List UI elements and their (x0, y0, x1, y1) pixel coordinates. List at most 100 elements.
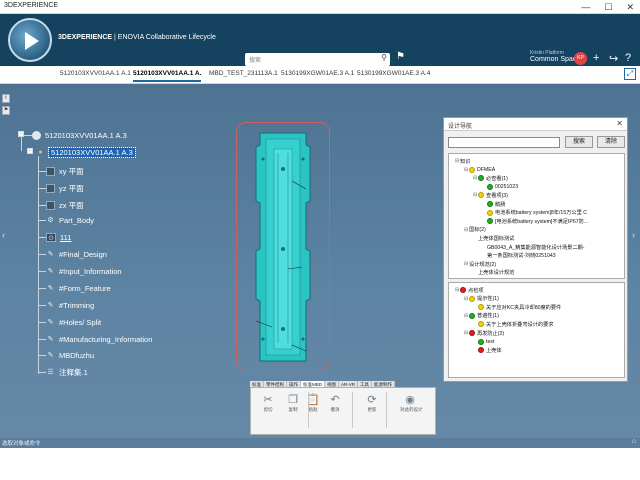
status-dot-icon (469, 295, 475, 302)
tree-root[interactable]: 5120103XVV01AA.1 A.3 (32, 129, 127, 141)
status-dot-icon (478, 321, 484, 328)
undo-button[interactable]: ↶ 撤消 (325, 393, 345, 423)
geoset-icon: ✎ (47, 318, 54, 326)
top_tree-row[interactable]: GB0043_A_精集能源智能化设计场景二期- (482, 243, 584, 251)
bottom_tree-row[interactable]: 关于应对KC夹具冷却80度的要件 (473, 303, 561, 311)
expand-icon[interactable]: ⤢ (624, 68, 636, 80)
status-text: 选取对象或命令 (2, 441, 41, 447)
tab-doc-2[interactable]: 5120103XVV01AA.1 A. (133, 70, 202, 82)
tool-icon-2[interactable]: ⚑ (2, 106, 10, 115)
tree-toggle-icon[interactable]: ⊟ (464, 167, 468, 173)
bottom_tree-row[interactable]: ⊟ 再发防止(2) (464, 329, 504, 337)
design-nav-button[interactable]: ◉ 对此的设计 (400, 393, 423, 423)
tree-toggle-icon[interactable]: ⊟ (464, 227, 468, 233)
copy-button[interactable]: ❐ 复制 (283, 393, 303, 423)
tree-item-form-feature[interactable]: ✎ #Form_Feature (46, 282, 111, 294)
tree-item-trimming[interactable]: ✎ #Trimming (46, 299, 95, 311)
product-icon (32, 130, 41, 140)
top_tree-row[interactable]: ⊟ 必查看(1) (473, 174, 508, 182)
tree-item-zx-plane[interactable]: zx 平面 (46, 199, 84, 211)
paste-button[interactable]: 📋 粘贴 (303, 393, 323, 423)
undo-icon: ↶ (330, 394, 340, 406)
dialog-close-icon[interactable]: ✕ (616, 119, 623, 128)
geoset-icon: ✎ (47, 335, 54, 343)
tree-toggle-icon[interactable]: ⊟ (464, 313, 468, 319)
top_tree-row[interactable]: ⊟ 查看项(3) (473, 191, 508, 199)
tree-item-annotation-set[interactable]: ☰ 注释集.1 (46, 366, 87, 378)
dialog-clear-button[interactable]: 清除 (597, 136, 625, 148)
bottom_tree-row[interactable]: ⊟ 提示性(1) (464, 295, 499, 303)
top_tree-label: 鹅肠 (495, 201, 506, 208)
top_tree-row[interactable]: 上壳体国标测试 (473, 234, 514, 242)
tool-icon-1[interactable]: t (2, 94, 10, 103)
tab-doc-1[interactable]: 5120103XVV01AA.1 A.1 (60, 70, 131, 77)
tree-item-holes-split[interactable]: ✎ #Holes/ Split (46, 316, 102, 328)
update-button[interactable]: ⟳ 更新 (362, 393, 382, 423)
tab-doc-4[interactable]: 5130199XGW01AE.3 A.1 (281, 70, 354, 77)
left-arrow-icon[interactable]: ‹ (2, 230, 5, 240)
avatar[interactable]: KP (574, 52, 587, 65)
tree-item-manufacturing-information[interactable]: ✎ #Manufacturing_Information (46, 333, 153, 345)
tree-item-part-body[interactable]: ⚙ Part_Body (46, 214, 94, 226)
compass-icon[interactable] (8, 18, 52, 62)
bottom_tree-label: 上壳体 (486, 347, 502, 354)
tree-item-111[interactable]: ⊙ 111 (46, 231, 71, 243)
top_tree-row[interactable]: 鹅肠 (482, 200, 505, 208)
help-icon[interactable]: ? (625, 52, 631, 64)
bottom_tree-row[interactable]: ⊟ 点检项 (455, 286, 484, 294)
plane-icon (46, 166, 55, 176)
top_tree-row[interactable]: 上壳体设计规范 (473, 269, 514, 277)
cut-button[interactable]: ✂ 剪切 (258, 393, 278, 423)
bottom_tree-row[interactable]: ⊟ 普遍性(1) (464, 312, 499, 320)
tree-item-final-design[interactable]: ✎ #Final_Design (46, 248, 107, 260)
tree-toggle-icon[interactable]: ⊟ (464, 330, 468, 336)
dialog-search-button[interactable]: 搜索 (565, 136, 593, 148)
tree-toggle-icon[interactable]: ⊟ (473, 175, 477, 181)
tree-item-input-information[interactable]: ✎ #Input_Information (46, 265, 122, 277)
search-icon[interactable]: ⚲ (381, 53, 387, 62)
top_tree-row[interactable]: 第一条国标测试-刘晓0251043 (482, 252, 556, 260)
share-icon[interactable]: ↪ (609, 52, 618, 65)
top_tree-row[interactable]: ⊟ DFMEA (464, 166, 495, 174)
top_tree-label: GB0043_A_精集能源智能化设计场景二期- (487, 244, 585, 251)
tree-toggle-icon[interactable]: ⊟ (455, 158, 459, 164)
status-dot-icon (478, 304, 484, 311)
top_tree-row[interactable]: ⊟ 国标(2) (464, 226, 486, 234)
top_tree-row[interactable]: ⊟ 设计规范(2) (464, 260, 496, 268)
top_tree-row[interactable]: [电池系统battery system]不满足IP67防... (482, 217, 588, 225)
tree-toggle-icon[interactable]: ⊟ (464, 261, 468, 267)
user-info[interactable]: Kristin Platform Common Space (530, 50, 580, 63)
right-arrow-icon[interactable]: › (632, 230, 635, 240)
status-dot-icon (469, 166, 475, 173)
tag-icon[interactable]: ⚑ (396, 51, 405, 62)
bottom_tree-label: 关于上壳体折叠弯设计的要求 (486, 321, 554, 328)
top_tree-row[interactable]: 电池系统battery system]8年/15万公里 C (482, 209, 587, 217)
add-icon[interactable]: + (593, 52, 599, 64)
minimize-icon[interactable]: — (581, 0, 590, 14)
lock-icon[interactable]: ⌂ (632, 438, 636, 445)
top_tree-row[interactable]: ⊟ 知识 (455, 157, 470, 165)
top_tree-row[interactable]: 00251023 (482, 183, 518, 191)
action-button-label: 剪切 (263, 407, 273, 412)
tab-doc-3[interactable]: MBD_TEST_231113A.1 (209, 70, 278, 77)
collapse-part-icon[interactable]: - (27, 148, 33, 154)
bottom_tree-row[interactable]: 上壳体 (473, 346, 502, 354)
tree-item-xy-plane[interactable]: xy 平面 (46, 165, 84, 177)
maximize-icon[interactable]: ☐ (604, 0, 612, 14)
tree-toggle-icon[interactable]: ⊟ (473, 192, 477, 198)
tree-item-yz-plane[interactable]: yz 平面 (46, 182, 84, 194)
title-bar: 3DEXPERIENCE — ☐ ✕ (0, 0, 640, 14)
dialog-search-input[interactable] (448, 137, 560, 148)
tab-doc-5[interactable]: 5130199XGW01AE.3 A.4 (357, 70, 430, 77)
part-model[interactable] (252, 129, 314, 365)
tree-toggle-icon[interactable]: ⊟ (464, 296, 468, 302)
tree-toggle-icon[interactable]: ⊟ (455, 287, 459, 293)
tree-part-selected[interactable]: ● 5120103XVV01AA.1 A.3 (36, 146, 136, 158)
close-icon[interactable]: ✕ (626, 0, 634, 14)
bottom_tree-row[interactable]: 关于上壳体折叠弯设计的要求 (473, 320, 553, 328)
bottom_tree-row[interactable]: test (473, 338, 494, 346)
geoset-icon: ✎ (47, 250, 54, 258)
tree-item-mbdfuzhu[interactable]: ✎ MBDfuzhu (46, 349, 94, 361)
search-input[interactable]: 搜索 ⚲ (245, 53, 390, 66)
collapse-root-icon[interactable]: - (18, 131, 24, 137)
